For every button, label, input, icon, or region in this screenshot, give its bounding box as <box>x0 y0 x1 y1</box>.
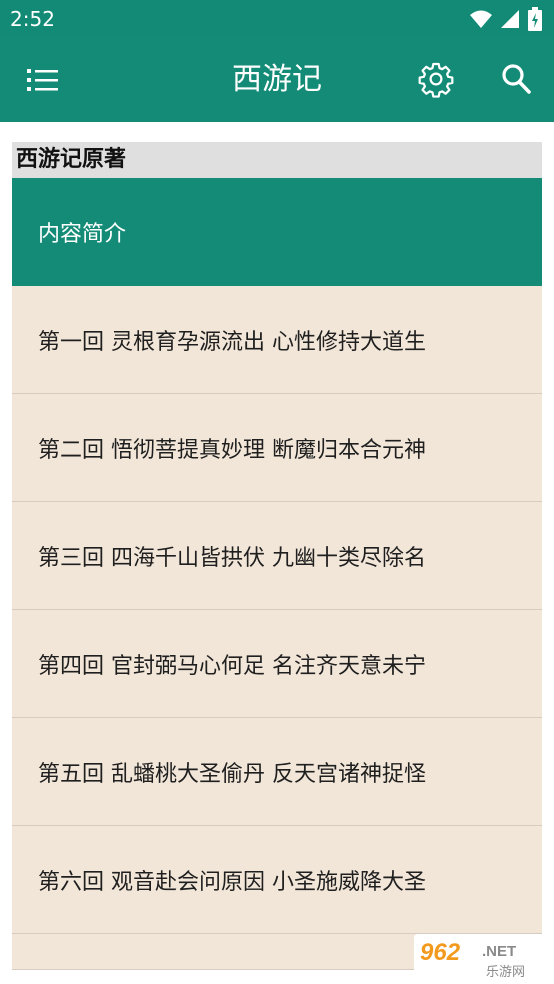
svg-text:.NET: .NET <box>482 943 516 960</box>
list-item-intro[interactable]: 内容简介 <box>12 178 542 286</box>
app-title: 西游记 <box>232 62 322 97</box>
list-item-label: 第三回 四海千山皆拱伏 九幽十类尽除名 <box>38 545 426 571</box>
gear-icon <box>418 62 454 98</box>
search-button[interactable] <box>500 61 534 97</box>
list-item-label: 第二回 悟彻菩提真妙理 断魔归本合元神 <box>38 437 426 463</box>
list-item-chapter-2[interactable]: 第二回 悟彻菩提真妙理 断魔归本合元神 <box>12 394 542 502</box>
status-icons <box>470 7 542 31</box>
watermark: 962 .NET 乐游网 <box>414 934 552 980</box>
section-header: 西游记原著 <box>12 142 542 178</box>
list-item-label: 第一回 灵根育孕源流出 心性修持大道生 <box>38 329 426 355</box>
chapter-list: 内容简介 第一回 灵根育孕源流出 心性修持大道生 第二回 悟彻菩提真妙理 断魔归… <box>12 178 542 970</box>
search-icon <box>502 64 531 94</box>
list-item-label: 第四回 官封弼马心何足 名注齐天意未宁 <box>38 653 426 679</box>
list-item-label: 第六回 观音赴会问原因 小圣施威降大圣 <box>38 869 426 895</box>
status-bar: 2:52 <box>0 0 554 38</box>
status-time: 2:52 <box>10 7 55 31</box>
app-bar: 西游记 <box>0 38 554 122</box>
wifi-icon <box>470 10 492 28</box>
list-item-chapter-3[interactable]: 第三回 四海千山皆拱伏 九幽十类尽除名 <box>12 502 542 610</box>
watermark-logo: 962 .NET 乐游网 <box>420 939 525 980</box>
list-item-chapter-1[interactable]: 第一回 灵根育孕源流出 心性修持大道生 <box>12 286 542 394</box>
list-item-chapter-5[interactable]: 第五回 乱蟠桃大圣偷丹 反天宫诸神捉怪 <box>12 718 542 826</box>
list-item-label: 内容简介 <box>38 222 127 247</box>
svg-text:乐游网: 乐游网 <box>486 965 525 980</box>
svg-text:962: 962 <box>420 939 461 966</box>
list-item-chapter-6[interactable]: 第六回 观音赴会问原因 小圣施威降大圣 <box>12 826 542 934</box>
battery-icon <box>528 7 542 31</box>
list-item-chapter-4[interactable]: 第四回 官封弼马心何足 名注齐天意未宁 <box>12 610 542 718</box>
settings-button[interactable] <box>417 60 455 98</box>
signal-icon <box>501 10 519 28</box>
book-content: 西游记原著 内容简介 第一回 灵根育孕源流出 心性修持大道生 第二回 悟彻菩提真… <box>12 142 542 970</box>
list-item-label: 第五回 乱蟠桃大圣偷丹 反天宫诸神捉怪 <box>38 761 426 787</box>
